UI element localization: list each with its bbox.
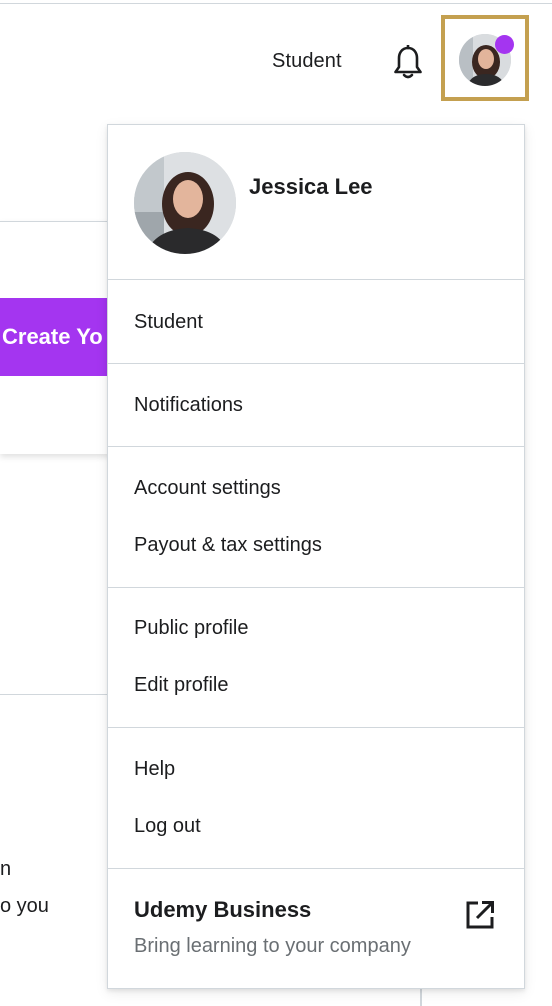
external-link-icon[interactable] bbox=[464, 899, 496, 931]
user-name: Jessica Lee bbox=[249, 174, 373, 199]
menu-item-account-settings[interactable]: Account settings bbox=[108, 460, 524, 517]
background-text: o you bbox=[0, 895, 49, 917]
menu-item-log-out[interactable]: Log out bbox=[108, 798, 524, 855]
menu-item-student[interactable]: Student bbox=[108, 294, 524, 351]
menu-item-notifications[interactable]: Notifications bbox=[108, 377, 524, 434]
business-subtitle: Bring learning to your company bbox=[134, 935, 411, 957]
menu-item-help[interactable]: Help bbox=[108, 741, 524, 798]
menu-item-edit-profile[interactable]: Edit profile bbox=[108, 657, 524, 714]
bell-icon[interactable] bbox=[393, 44, 423, 81]
notification-badge bbox=[495, 35, 514, 54]
nav-student-link[interactable]: Student bbox=[272, 50, 342, 73]
business-title: Udemy Business bbox=[134, 897, 312, 922]
background-divider bbox=[0, 694, 110, 695]
profile-dropdown: Jessica Lee Student Notifications Accoun… bbox=[107, 124, 525, 989]
create-course-button[interactable]: Create Yo bbox=[0, 298, 108, 376]
menu-section: Help Log out bbox=[108, 728, 524, 869]
profile-header[interactable]: Jessica Lee bbox=[108, 125, 524, 280]
menu-item-public-profile[interactable]: Public profile bbox=[108, 600, 524, 657]
menu-section: Notifications bbox=[108, 364, 524, 447]
avatar bbox=[134, 152, 236, 254]
page: Create Yo n o you Student Jessica Lee St… bbox=[0, 0, 552, 1006]
background-text: n bbox=[0, 858, 12, 880]
avatar-button[interactable] bbox=[441, 15, 529, 101]
udemy-business-link[interactable]: Udemy Business Bring learning to your co… bbox=[108, 869, 524, 987]
menu-section: Account settings Payout & tax settings bbox=[108, 447, 524, 588]
top-divider bbox=[0, 3, 552, 4]
menu-section: Public profile Edit profile bbox=[108, 588, 524, 728]
menu-item-payout-tax-settings[interactable]: Payout & tax settings bbox=[108, 517, 524, 574]
menu-section: Student bbox=[108, 280, 524, 364]
